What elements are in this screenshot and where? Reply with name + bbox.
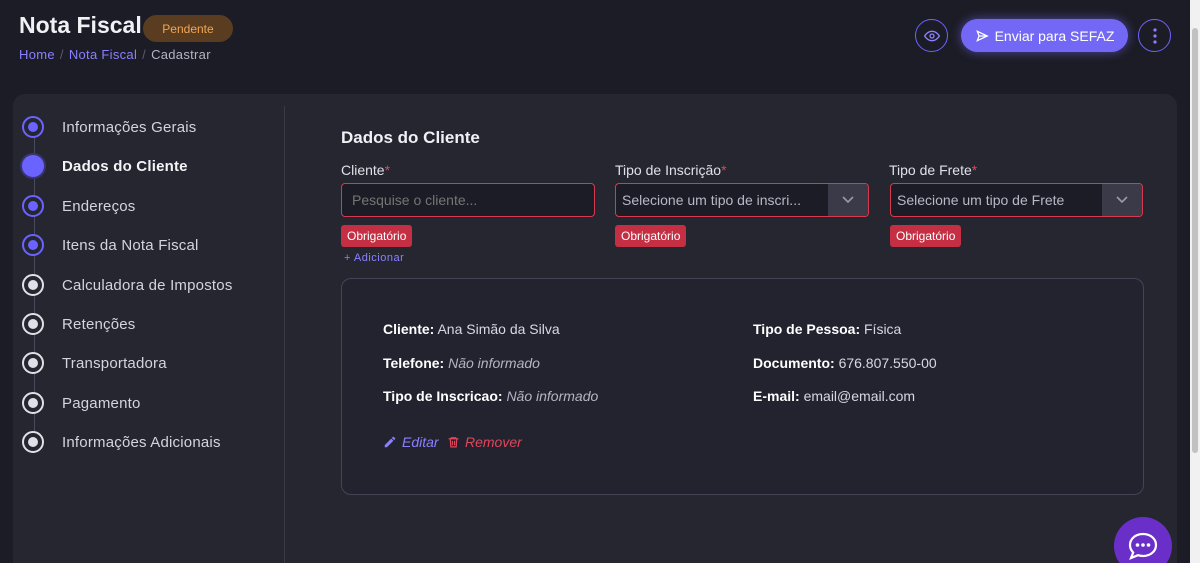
preview-button[interactable] [915, 19, 948, 52]
send-sefaz-button[interactable]: Enviar para SEFAZ [961, 19, 1128, 52]
breadcrumb-separator: / [142, 47, 147, 62]
breadcrumb-current: Cadastrar [151, 47, 211, 62]
inscricao-select[interactable]: Selecione um tipo de inscri... [615, 183, 869, 217]
vertical-dots-icon [1152, 27, 1157, 44]
step-indicator [22, 352, 44, 374]
edit-client-label: Editar [402, 434, 439, 450]
page-header: Nota Fiscal Pendente Home / Nota Fiscal / Ca… [0, 0, 1190, 90]
step-label: Endereços [62, 197, 136, 215]
add-client-link[interactable]: + Adicionar [344, 252, 404, 264]
trash-icon [448, 437, 459, 448]
edit-client-button[interactable]: Editar [383, 434, 439, 450]
client-person-type: Tipo de Pessoa: Física [753, 321, 902, 337]
pencil-icon [384, 436, 396, 448]
client-inscription-type: Tipo de Inscricao: Não informado [383, 388, 599, 404]
inscricao-select-value: Selecione um tipo de inscri... [622, 192, 801, 208]
breadcrumb-home[interactable]: Home [19, 47, 55, 62]
step-indicator [22, 116, 44, 138]
send-icon [975, 29, 989, 42]
chevron-down-icon [828, 184, 868, 216]
step-indicator [22, 155, 44, 177]
step-label: Retenções [62, 315, 136, 333]
step-label: Informações Gerais [62, 118, 197, 136]
client-email: E-mail: email@email.com [753, 388, 916, 404]
step-indicator [22, 431, 44, 453]
stepper-divider [284, 106, 285, 563]
eye-icon [923, 30, 940, 41]
step-label: Dados do Cliente [62, 157, 188, 175]
step-item[interactable]: Calculadora de Impostos [22, 266, 233, 304]
breadcrumb-nota-fiscal[interactable]: Nota Fiscal [69, 47, 137, 62]
step-item[interactable]: Itens da Nota Fiscal [22, 226, 199, 264]
step-indicator [22, 313, 44, 335]
page-scrollbar[interactable] [1190, 0, 1200, 563]
breadcrumb: Home / Nota Fiscal / Cadastrar [19, 47, 211, 62]
step-indicator [22, 274, 44, 296]
scrollbar-thumb[interactable] [1192, 28, 1198, 453]
step-indicator [22, 392, 44, 414]
send-sefaz-label: Enviar para SEFAZ [994, 27, 1115, 44]
step-item[interactable]: Pagamento [22, 384, 141, 422]
frete-select-value: Selecione um tipo de Frete [897, 192, 1065, 208]
status-badge: Pendente [143, 15, 233, 42]
step-item[interactable]: Transportadora [22, 344, 167, 382]
cliente-label: Cliente* [341, 162, 391, 178]
step-indicator [22, 195, 44, 217]
step-item[interactable]: Retenções [22, 305, 136, 343]
step-indicator [22, 234, 44, 256]
chevron-down-icon [1102, 184, 1142, 216]
frete-required-badge: Obrigatório [890, 225, 962, 247]
step-label: Informações Adicionais [62, 433, 221, 451]
page-title: Nota Fiscal [19, 12, 142, 38]
remove-client-button[interactable]: Remover [447, 434, 522, 450]
step-label: Calculadora de Impostos [62, 276, 233, 294]
frete-select[interactable]: Selecione um tipo de Frete [890, 183, 1143, 217]
section-title: Dados do Cliente [341, 128, 480, 147]
client-name: Cliente: Ana Simão da Silva [383, 321, 560, 337]
cliente-search-input[interactable] [341, 183, 595, 217]
cliente-required-badge: Obrigatório [341, 225, 413, 247]
step-item[interactable]: Endereços [22, 187, 136, 225]
remove-client-label: Remover [465, 434, 522, 450]
inscricao-label: Tipo de Inscrição* [615, 162, 727, 178]
step-item[interactable]: Informações Adicionais [22, 423, 221, 461]
step-label: Transportadora [62, 354, 167, 372]
client-document: Documento: 676.807.550-00 [753, 355, 937, 371]
step-item[interactable]: Dados do Cliente [22, 147, 188, 185]
step-label: Pagamento [62, 394, 141, 412]
step-item[interactable]: Informações Gerais [22, 108, 196, 146]
more-options-button[interactable] [1138, 19, 1171, 52]
chat-icon [1128, 532, 1158, 560]
breadcrumb-separator: / [59, 47, 64, 62]
step-label: Itens da Nota Fiscal [62, 236, 199, 254]
inscricao-required-badge: Obrigatório [615, 225, 687, 247]
client-info-box [341, 278, 1144, 495]
frete-label: Tipo de Frete* [889, 162, 978, 178]
client-phone: Telefone: Não informado [383, 355, 540, 371]
